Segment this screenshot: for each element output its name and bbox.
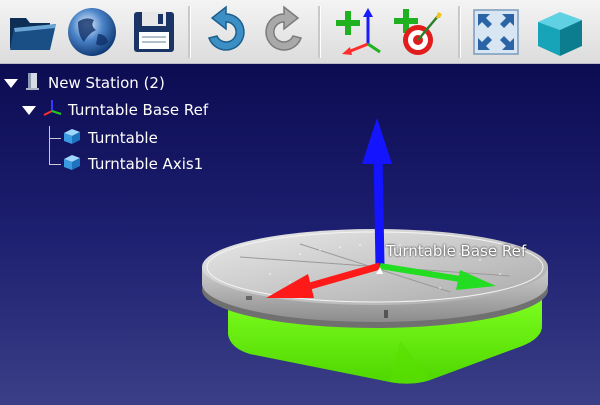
tree-item-turntable-axis1[interactable]: Turntable Axis1 — [62, 152, 203, 176]
frame-icon — [42, 98, 62, 122]
globe-icon[interactable] — [64, 4, 120, 60]
part-icon — [62, 126, 82, 150]
add-target-icon[interactable] — [388, 4, 444, 60]
tree-item-label: Turntable Axis1 — [88, 155, 204, 173]
main-toolbar — [0, 0, 600, 64]
tree-item-frame[interactable]: Turntable Base Ref — [22, 98, 208, 122]
tree-connector — [49, 138, 61, 139]
tree-connector — [49, 164, 61, 165]
save-icon[interactable] — [126, 4, 182, 60]
frame-name-label: Turntable Base Ref — [386, 242, 527, 260]
3d-viewport[interactable]: Turntable Base Ref New Station (2) Turnt… — [0, 64, 600, 405]
undo-icon[interactable] — [198, 4, 254, 60]
expand-arrow-icon[interactable] — [22, 105, 36, 115]
cube-view-icon[interactable] — [530, 4, 586, 60]
station-icon — [24, 71, 42, 95]
part-icon — [62, 152, 82, 176]
tree-item-label: Turntable — [88, 129, 158, 147]
open-folder-icon[interactable] — [4, 4, 60, 60]
add-frame-icon[interactable] — [328, 4, 384, 60]
toolbar-separator — [458, 6, 461, 58]
fit-view-icon[interactable] — [468, 4, 524, 60]
tree-item-label: New Station (2) — [48, 74, 165, 92]
object-tree: New Station (2) Turntable Base Ref Turnt… — [0, 64, 260, 194]
redo-icon[interactable] — [256, 4, 312, 60]
tree-connector — [49, 126, 50, 164]
toolbar-separator — [318, 6, 321, 58]
expand-arrow-icon[interactable] — [4, 78, 18, 88]
toolbar-separator — [188, 6, 191, 58]
tree-item-turntable[interactable]: Turntable — [62, 126, 158, 150]
tree-item-station[interactable]: New Station (2) — [4, 71, 165, 95]
tree-item-label: Turntable Base Ref — [68, 101, 209, 119]
